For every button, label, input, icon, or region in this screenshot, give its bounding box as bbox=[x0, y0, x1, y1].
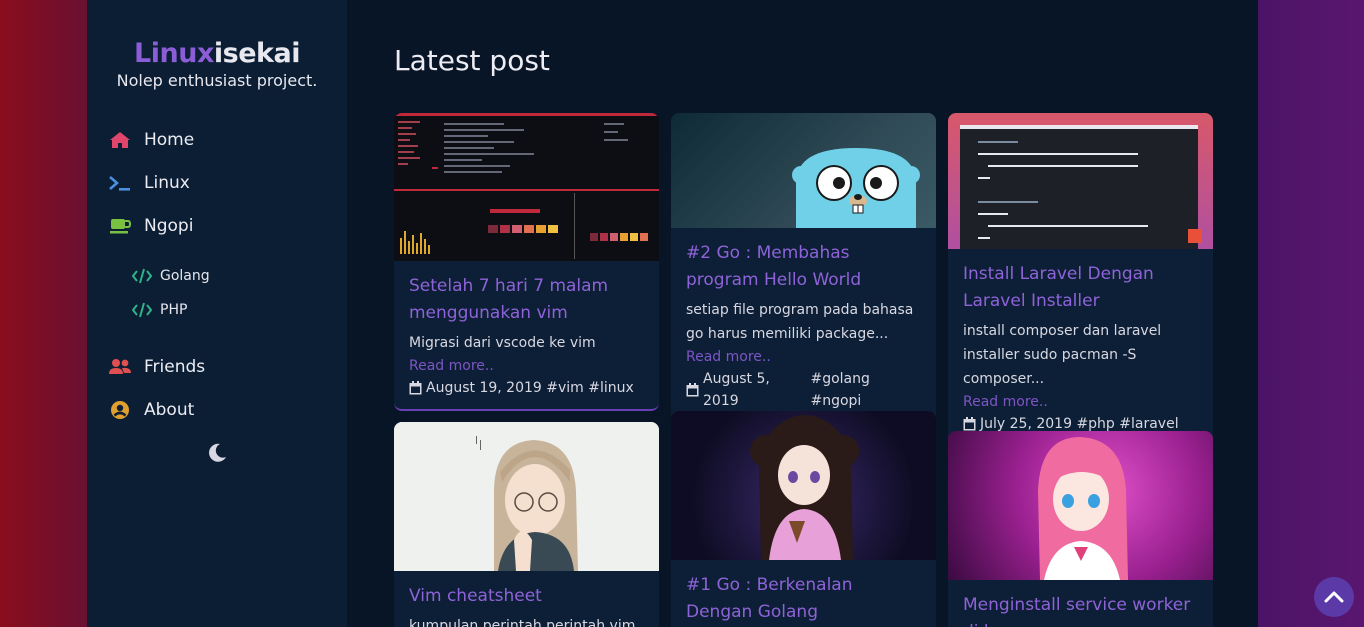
sidebar-item-label: Golang bbox=[160, 268, 210, 284]
post-meta: August 19, 2019 #vim #linux bbox=[409, 377, 644, 399]
post-date: August 5, 2019 bbox=[703, 371, 770, 409]
post-tags[interactable]: #vim #linux bbox=[546, 377, 634, 399]
post-card[interactable]: Vim cheatsheet kumpulan perintah perinta… bbox=[394, 422, 659, 627]
site-title[interactable]: Linuxisekai bbox=[87, 38, 347, 69]
post-thumbnail-anime-girl[interactable] bbox=[948, 431, 1213, 580]
main-content: Latest post Setelah 7 hari 7 malam mengg… bbox=[347, 0, 1258, 627]
read-more-link[interactable]: Read more.. bbox=[409, 355, 644, 377]
post-thumbnail-anime-girl[interactable] bbox=[394, 422, 659, 571]
sidebar-item-label: Linux bbox=[144, 172, 190, 193]
post-description: Migrasi dari vscode ke vim bbox=[409, 335, 596, 351]
sidebar-submenu: Golang PHP bbox=[87, 259, 347, 327]
read-more-link[interactable]: Read more.. bbox=[686, 346, 921, 368]
post-title[interactable]: Vim cheatsheet bbox=[409, 583, 644, 610]
brand: Linuxisekai Nolep enthusiast project. bbox=[87, 0, 347, 90]
post-card-body: Setelah 7 hari 7 malam menggunakan vim M… bbox=[394, 261, 659, 409]
chevron-up-icon bbox=[1324, 590, 1344, 604]
users-icon bbox=[108, 356, 132, 378]
post-description: setiap file program pada bahasa go harus… bbox=[686, 302, 914, 342]
site-title-part2: isekai bbox=[213, 38, 301, 69]
post-date: August 19, 2019 bbox=[426, 380, 542, 396]
read-more-link[interactable]: Read more.. bbox=[963, 391, 1198, 413]
post-title[interactable]: #2 Go : Membahas program Hello World bbox=[686, 240, 921, 294]
post-card[interactable]: Install Laravel Dengan Laravel Installer… bbox=[948, 113, 1213, 447]
coffee-icon bbox=[108, 215, 132, 237]
post-card-body: Vim cheatsheet kumpulan perintah perinta… bbox=[394, 571, 659, 627]
post-card[interactable]: #2 Go : Membahas program Hello World set… bbox=[671, 113, 936, 424]
post-meta: August 5, 2019 #golang #ngopi bbox=[686, 368, 921, 412]
post-title[interactable]: Menginstall service worker di hugo bbox=[963, 592, 1198, 627]
terminal-icon bbox=[108, 172, 132, 194]
sidebar-item-about[interactable]: About bbox=[87, 388, 347, 431]
post-thumbnail-anime-girl[interactable] bbox=[671, 411, 936, 560]
post-title[interactable]: Install Laravel Dengan Laravel Installer bbox=[963, 261, 1198, 315]
sidebar-item-label: Friends bbox=[144, 356, 206, 377]
calendar-icon bbox=[963, 417, 976, 431]
sidebar-item-ngopi[interactable]: Ngopi bbox=[87, 204, 347, 247]
post-card[interactable]: #1 Go : Berkenalan Dengan Golang bbox=[671, 411, 936, 627]
page-container: Linuxisekai Nolep enthusiast project. Ho… bbox=[87, 0, 1258, 627]
post-card-body: Menginstall service worker di hugo bbox=[948, 580, 1213, 627]
sidebar-item-label: About bbox=[144, 399, 195, 420]
post-tags[interactable]: #golang #ngopi bbox=[810, 368, 921, 412]
sidebar-item-friends[interactable]: Friends bbox=[87, 345, 347, 388]
post-card-body: Install Laravel Dengan Laravel Installer… bbox=[948, 249, 1213, 445]
sidebar: Linuxisekai Nolep enthusiast project. Ho… bbox=[87, 0, 347, 627]
moon-icon[interactable] bbox=[205, 441, 229, 465]
post-card-body: #2 Go : Membahas program Hello World set… bbox=[671, 228, 936, 422]
post-card[interactable]: Setelah 7 hari 7 malam menggunakan vim M… bbox=[394, 113, 659, 411]
code-icon bbox=[132, 302, 152, 318]
calendar-icon bbox=[686, 383, 699, 397]
sidebar-item-label: Ngopi bbox=[144, 215, 194, 236]
post-description: kumpulan perintah perintah vim bbox=[409, 618, 636, 627]
sidebar-item-label: Home bbox=[144, 129, 195, 150]
sidebar-item-php[interactable]: PHP bbox=[132, 293, 347, 327]
post-thumbnail-laravel[interactable] bbox=[948, 113, 1213, 249]
post-thumbnail-gopher[interactable] bbox=[671, 113, 936, 228]
sidebar-item-home[interactable]: Home bbox=[87, 118, 347, 161]
code-icon bbox=[132, 268, 152, 284]
sidebar-item-label: PHP bbox=[160, 302, 188, 318]
site-subtitle: Nolep enthusiast project. bbox=[116, 71, 318, 90]
user-circle-icon bbox=[108, 399, 132, 421]
page-title: Latest post bbox=[394, 44, 550, 77]
home-icon bbox=[108, 129, 132, 151]
post-description: install composer dan laravel installer s… bbox=[963, 323, 1162, 387]
post-card-body: #1 Go : Berkenalan Dengan Golang bbox=[671, 560, 936, 627]
sidebar-item-linux[interactable]: Linux bbox=[87, 161, 347, 204]
post-title[interactable]: #1 Go : Berkenalan Dengan Golang bbox=[686, 572, 921, 626]
site-title-part1: Linux bbox=[134, 38, 214, 69]
post-card[interactable]: Menginstall service worker di hugo bbox=[948, 431, 1213, 627]
sidebar-item-golang[interactable]: Golang bbox=[132, 259, 347, 293]
calendar-icon bbox=[409, 381, 422, 395]
post-title[interactable]: Setelah 7 hari 7 malam menggunakan vim bbox=[409, 273, 644, 327]
post-thumbnail-vim[interactable] bbox=[394, 113, 659, 261]
sidebar-nav: Home Linux Ngopi Golang PHP Friends Abou… bbox=[87, 118, 347, 431]
scroll-to-top-button[interactable] bbox=[1314, 577, 1354, 617]
